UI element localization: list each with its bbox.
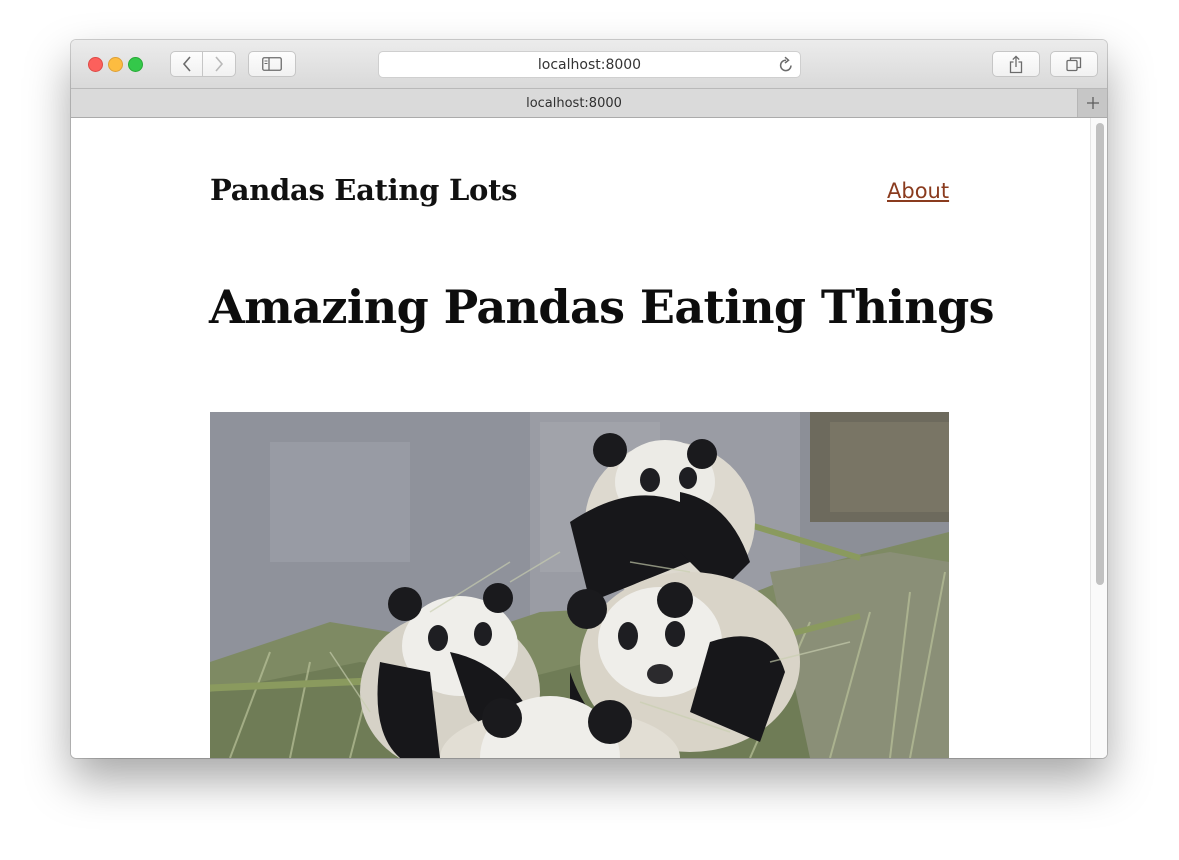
sidebar-button[interactable]: [248, 51, 296, 77]
share-button[interactable]: [992, 51, 1040, 77]
site-title[interactable]: Pandas Eating Lots: [210, 173, 518, 207]
tabs-icon: [1066, 57, 1082, 72]
chevron-left-icon: [182, 56, 191, 72]
back-button[interactable]: [170, 51, 203, 77]
active-tab[interactable]: localhost:8000: [71, 89, 1077, 117]
tab-bar: localhost:8000: [71, 89, 1107, 118]
tab-title: localhost:8000: [526, 95, 622, 111]
show-tabs-button[interactable]: [1050, 51, 1098, 77]
plus-icon: [1086, 97, 1099, 109]
share-icon: [1009, 54, 1023, 73]
page-content: Pandas Eating Lots About Amazing Pandas …: [71, 118, 1107, 758]
chevron-right-icon: [215, 56, 224, 72]
page-heading: Amazing Pandas Eating Things: [209, 280, 995, 334]
vertical-scrollbar[interactable]: [1090, 118, 1107, 758]
sidebar-icon: [262, 57, 282, 71]
panda-photo: [210, 412, 949, 758]
zoom-window-button[interactable]: [128, 57, 143, 72]
forward-button[interactable]: [203, 51, 236, 77]
browser-toolbar: localhost:8000: [71, 40, 1107, 89]
address-text: localhost:8000: [537, 56, 642, 73]
address-bar[interactable]: localhost:8000: [378, 51, 801, 78]
minimize-window-button[interactable]: [108, 57, 123, 72]
new-tab-button[interactable]: [1077, 89, 1107, 117]
about-link[interactable]: About: [887, 179, 949, 203]
reload-icon[interactable]: [778, 56, 794, 73]
close-window-button[interactable]: [88, 57, 103, 72]
scrollbar-thumb[interactable]: [1096, 123, 1104, 585]
browser-window: localhost:8000 localhost:8000 Pandas Eat…: [71, 40, 1107, 758]
panda-photo-illustration: [210, 412, 949, 758]
